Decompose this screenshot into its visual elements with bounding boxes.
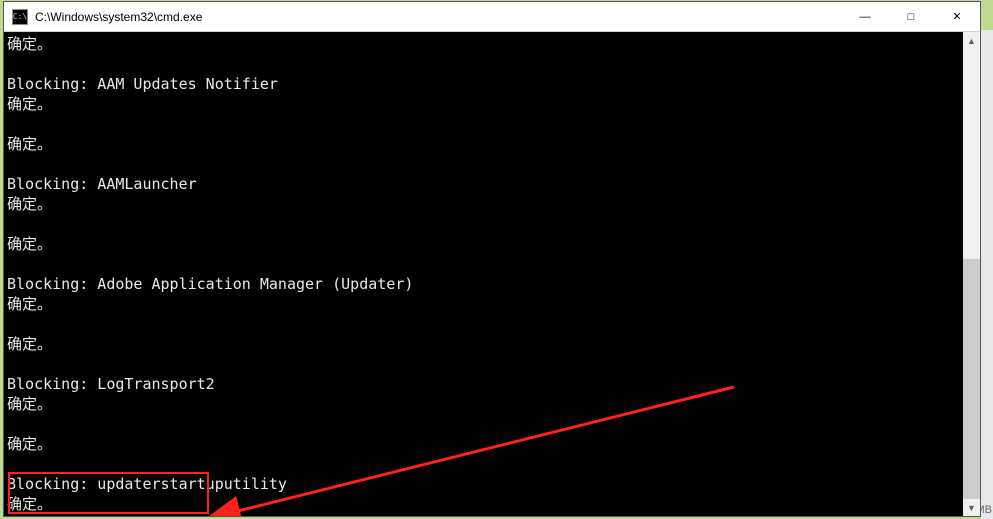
terminal-line	[7, 114, 960, 134]
terminal-line	[7, 254, 960, 274]
terminal-line: Blocking: updaterstartuputility	[7, 474, 960, 494]
app-icon: C:\	[12, 9, 28, 25]
terminal-line: 确定。	[7, 34, 960, 54]
terminal-line	[7, 54, 960, 74]
maximize-button[interactable]: □	[888, 2, 934, 31]
terminal-line: 确定。	[7, 394, 960, 414]
minimize-button[interactable]: —	[842, 2, 888, 31]
terminal-line	[7, 314, 960, 334]
terminal-line: 确定。	[7, 134, 960, 154]
terminal-line	[7, 414, 960, 434]
terminal-line: Blocking: AAM Updates Notifier	[7, 74, 960, 94]
terminal-line	[7, 214, 960, 234]
terminal-line: 确定。	[7, 494, 960, 514]
scroll-up-arrow-icon[interactable]: ▲	[963, 32, 980, 49]
terminal-output[interactable]: 确定。Blocking: AAM Updates Notifier确定。确定。B…	[4, 32, 963, 516]
terminal-line: 确定。	[7, 434, 960, 454]
window-controls: — □ ✕	[842, 2, 980, 31]
titlebar[interactable]: C:\ C:\Windows\system32\cmd.exe — □ ✕	[4, 2, 980, 32]
scroll-track[interactable]	[963, 49, 980, 499]
terminal-line	[7, 154, 960, 174]
terminal-line: Blocking: AAMLauncher	[7, 174, 960, 194]
terminal-line: 确定。	[7, 94, 960, 114]
scroll-down-arrow-icon[interactable]: ▼	[963, 499, 980, 516]
close-button[interactable]: ✕	[934, 2, 980, 31]
terminal-line: 确定。	[7, 234, 960, 254]
terminal-line	[7, 454, 960, 474]
terminal-line: 确定。	[7, 194, 960, 214]
content-area: 确定。Blocking: AAM Updates Notifier确定。确定。B…	[4, 32, 980, 516]
scroll-thumb[interactable]	[963, 259, 980, 499]
background-window-edge	[981, 30, 993, 519]
terminal-line	[7, 354, 960, 374]
window-title: C:\Windows\system32\cmd.exe	[35, 10, 842, 24]
terminal-line	[7, 514, 960, 516]
vertical-scrollbar[interactable]: ▲ ▼	[963, 32, 980, 516]
terminal-line: 确定。	[7, 334, 960, 354]
terminal-line: Blocking: LogTransport2	[7, 374, 960, 394]
cmd-window: C:\ C:\Windows\system32\cmd.exe — □ ✕ 确定…	[3, 1, 981, 517]
terminal-line: Blocking: Adobe Application Manager (Upd…	[7, 274, 960, 294]
terminal-line: 确定。	[7, 294, 960, 314]
